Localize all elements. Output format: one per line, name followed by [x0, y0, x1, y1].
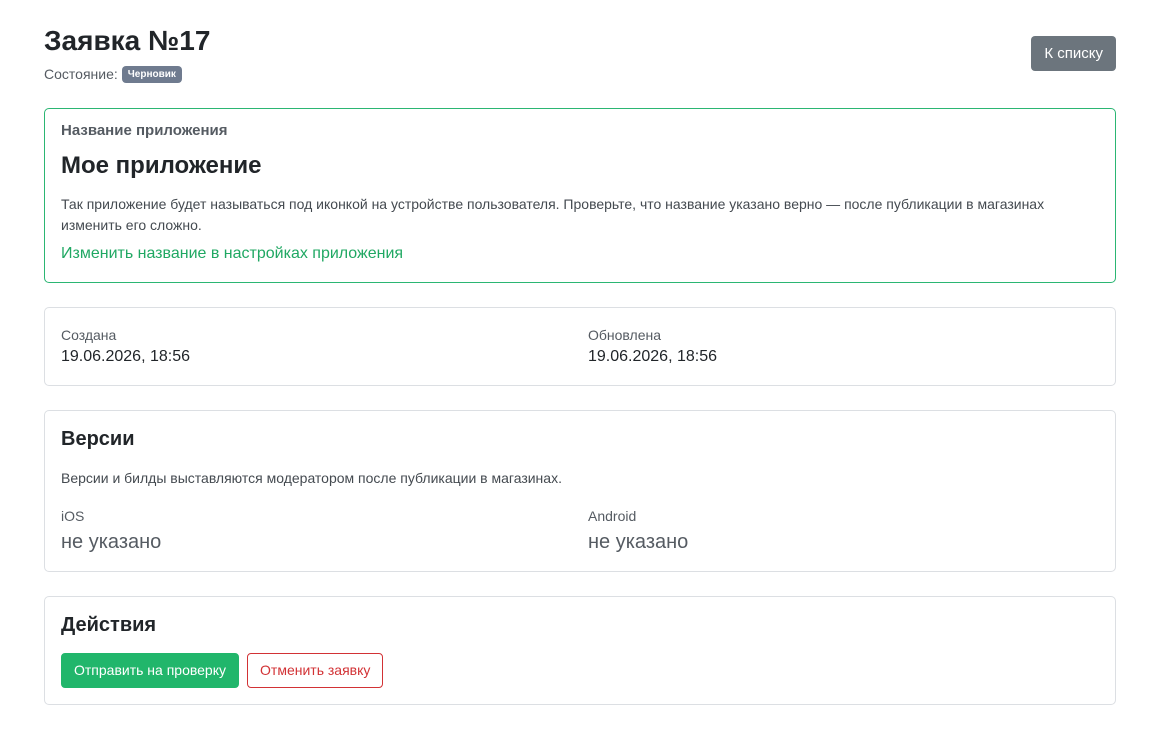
status-badge: Черновик — [121, 65, 182, 83]
android-label: Android — [588, 508, 637, 524]
ios-label: iOS — [61, 508, 85, 524]
versions-note: Версии и билды выставляются модератором … — [61, 470, 562, 486]
page-title: Заявка №17 — [44, 25, 211, 56]
ios-value: не указано — [61, 531, 162, 553]
updated-label: Обновлена — [588, 327, 662, 343]
created-value: 19.06.2026, 18:56 — [61, 348, 191, 365]
versions-card: Версии Версии и билды выставляются модер… — [44, 410, 1116, 572]
status-label: Состояние: — [44, 66, 118, 82]
created-label: Создана — [61, 327, 117, 343]
page: Заявка №17 Состояние: Черновик К списку … — [0, 0, 1160, 734]
cancel-request-button[interactable]: Отменить заявку — [247, 653, 384, 688]
actions-button-row: Отправить на проверку Отменить заявку — [61, 653, 384, 688]
page-header: Заявка №17 Состояние: Черновик К списку — [44, 0, 1116, 108]
status-line: Состояние: Черновик — [44, 65, 182, 83]
android-version-block: Android не указано — [588, 507, 688, 554]
app-name-value: Мое приложение — [61, 152, 262, 179]
actions-card: Действия Отправить на проверку Отменить … — [44, 596, 1116, 705]
submit-for-review-button[interactable]: Отправить на проверку — [61, 653, 240, 688]
app-name-description: Так приложение будет называться под икон… — [61, 196, 1045, 233]
ios-version-block: iOS не указано — [61, 507, 161, 554]
dates-card: Создана 19.06.2026, 18:56 Обновлена 19.0… — [44, 307, 1116, 386]
created-block: Создана 19.06.2026, 18:56 — [61, 326, 190, 368]
updated-block: Обновлена 19.06.2026, 18:56 — [588, 326, 717, 368]
app-name-card: Название приложения Мое приложение Так п… — [44, 108, 1116, 283]
actions-title: Действия — [61, 614, 157, 636]
android-value: не указано — [588, 531, 689, 553]
back-to-list-button[interactable]: К списку — [1031, 36, 1116, 71]
versions-title: Версии — [61, 428, 135, 450]
change-name-link[interactable]: Изменить название в настройках приложени… — [61, 245, 403, 263]
app-name-label: Название приложения — [61, 122, 228, 139]
updated-value: 19.06.2026, 18:56 — [588, 348, 718, 365]
